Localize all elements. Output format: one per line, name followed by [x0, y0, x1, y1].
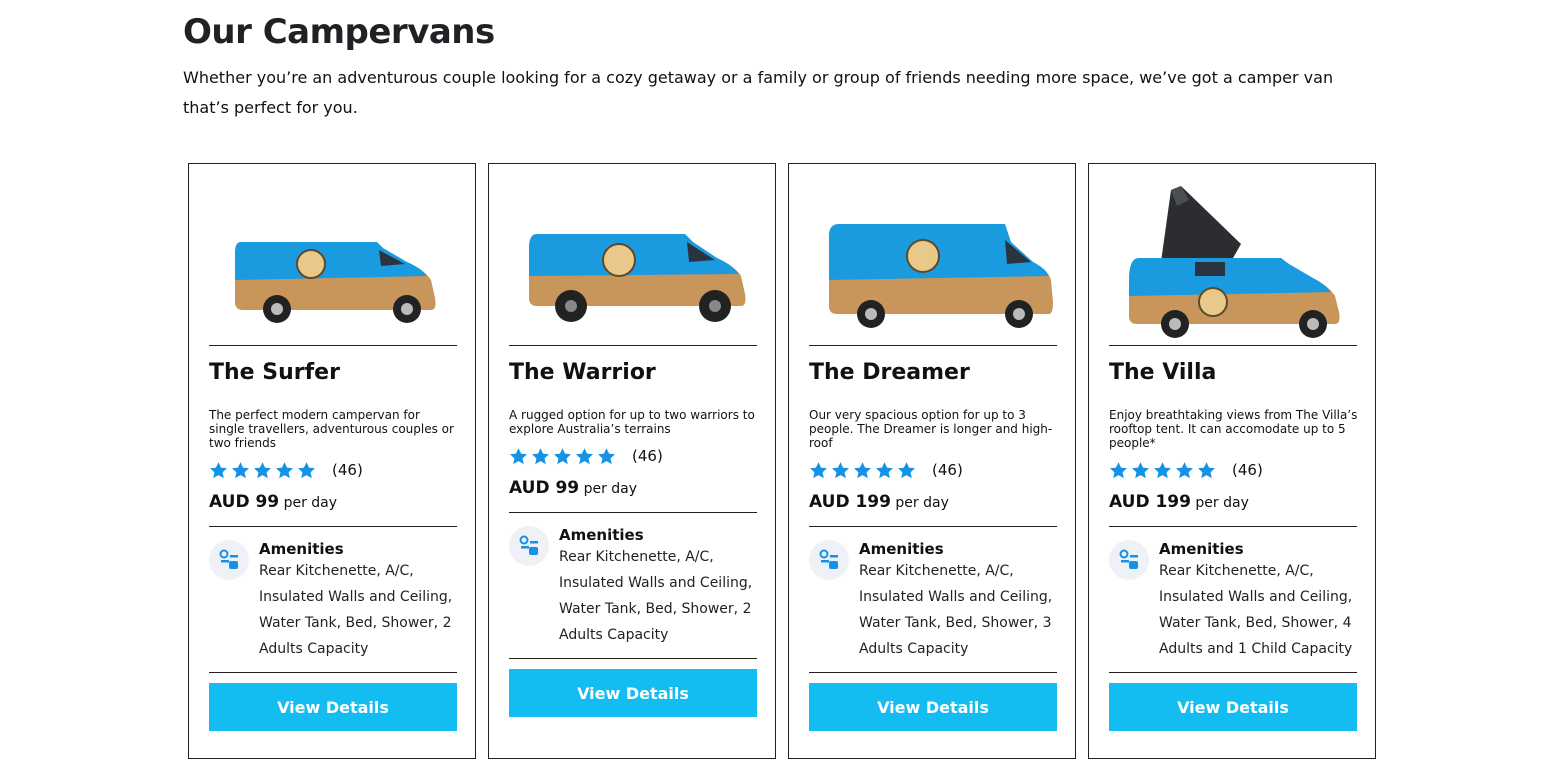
van-card-villa: The Villa Enjoy breathtaking views from …	[1088, 163, 1376, 759]
van-description: Enjoy breathtaking views from The Villa’…	[1109, 408, 1358, 450]
price-unit: per day	[895, 495, 949, 511]
amenities-text: Rear Kitchenette, A/C, Insulated Walls a…	[559, 549, 753, 643]
rating: (46)	[509, 446, 663, 466]
card-divider	[809, 526, 1057, 527]
amenities-text: Rear Kitchenette, A/C, Insulated Walls a…	[859, 563, 1053, 657]
review-count: (46)	[332, 461, 363, 479]
amenities-icon	[209, 540, 249, 580]
van-name: The Villa	[1109, 360, 1217, 385]
page-title: Our Campervans	[183, 12, 495, 52]
star-icon	[254, 461, 271, 478]
amenities-title: Amenities	[259, 540, 344, 558]
van-description: The perfect modern campervan for single …	[209, 408, 454, 450]
card-divider	[1109, 345, 1357, 346]
price: AUD 99 per day	[509, 478, 637, 498]
star-icon	[210, 461, 227, 478]
van-image-surfer[interactable]	[209, 176, 457, 344]
star-icon	[1198, 461, 1215, 478]
star-icon	[598, 447, 615, 464]
price-amount: AUD 199	[1109, 492, 1191, 512]
rating-stars	[1109, 461, 1216, 480]
price-amount: AUD 199	[809, 492, 891, 512]
rating-stars	[809, 461, 916, 480]
view-details-button[interactable]: View Details	[509, 669, 757, 717]
price-amount: AUD 99	[509, 478, 580, 498]
amenities-icon	[509, 526, 549, 566]
van-description: Our very spacious option for up to 3 peo…	[809, 408, 1053, 450]
star-icon	[1110, 461, 1127, 478]
star-icon	[298, 461, 315, 478]
star-icon	[510, 447, 527, 464]
card-divider	[809, 345, 1057, 346]
card-divider	[209, 526, 457, 527]
card-divider	[1109, 526, 1357, 527]
star-icon	[576, 447, 593, 464]
amenities-icon	[1109, 540, 1149, 580]
van-card-dreamer: The Dreamer Our very spacious option for…	[788, 163, 1076, 759]
star-icon	[532, 447, 549, 464]
star-icon	[554, 447, 571, 464]
card-divider	[1109, 672, 1357, 673]
rating: (46)	[209, 460, 363, 480]
amenities-title: Amenities	[559, 526, 644, 544]
star-icon	[898, 461, 915, 478]
card-divider	[209, 345, 457, 346]
star-icon	[232, 461, 249, 478]
amenities-text: Rear Kitchenette, A/C, Insulated Walls a…	[1159, 563, 1353, 657]
card-divider	[509, 658, 757, 659]
price: AUD 99 per day	[209, 492, 337, 512]
card-divider	[509, 345, 757, 346]
van-name: The Warrior	[509, 360, 656, 385]
star-icon	[854, 461, 871, 478]
card-divider	[509, 512, 757, 513]
review-count: (46)	[632, 447, 663, 465]
rating-stars	[509, 447, 616, 466]
van-name: The Dreamer	[809, 360, 970, 385]
van-image-villa[interactable]	[1109, 176, 1357, 344]
star-icon	[276, 461, 293, 478]
van-image-dreamer[interactable]	[809, 176, 1057, 344]
price-unit: per day	[1195, 495, 1249, 511]
van-card-warrior: The Warrior A rugged option for up to tw…	[488, 163, 776, 759]
amenities-title: Amenities	[1159, 540, 1244, 558]
review-count: (46)	[1232, 461, 1263, 479]
star-icon	[1132, 461, 1149, 478]
view-details-button[interactable]: View Details	[1109, 683, 1357, 731]
page-intro: Whether you’re an adventurous couple loo…	[183, 68, 1334, 117]
star-icon	[876, 461, 893, 478]
amenities-text: Rear Kitchenette, A/C, Insulated Walls a…	[259, 563, 453, 657]
view-details-button[interactable]: View Details	[209, 683, 457, 731]
price: AUD 199 per day	[809, 492, 949, 512]
rating: (46)	[809, 460, 963, 480]
price: AUD 199 per day	[1109, 492, 1249, 512]
amenities-icon	[809, 540, 849, 580]
amenities-title: Amenities	[859, 540, 944, 558]
van-image-warrior[interactable]	[509, 176, 757, 344]
price-unit: per day	[583, 481, 638, 497]
price-unit: per day	[283, 495, 338, 511]
review-count: (46)	[932, 461, 963, 479]
rating-stars	[209, 461, 316, 480]
price-amount: AUD 99	[209, 492, 280, 512]
view-details-button[interactable]: View Details	[809, 683, 1057, 731]
star-icon	[832, 461, 849, 478]
rating: (46)	[1109, 460, 1263, 480]
van-name: The Surfer	[209, 360, 340, 385]
star-icon	[1176, 461, 1193, 478]
card-divider	[809, 672, 1057, 673]
van-description: A rugged option for up to two warriors t…	[509, 408, 755, 436]
star-icon	[810, 461, 827, 478]
star-icon	[1154, 461, 1171, 478]
card-divider	[209, 672, 457, 673]
van-card-surfer: The Surfer The perfect modern campervan …	[188, 163, 476, 759]
